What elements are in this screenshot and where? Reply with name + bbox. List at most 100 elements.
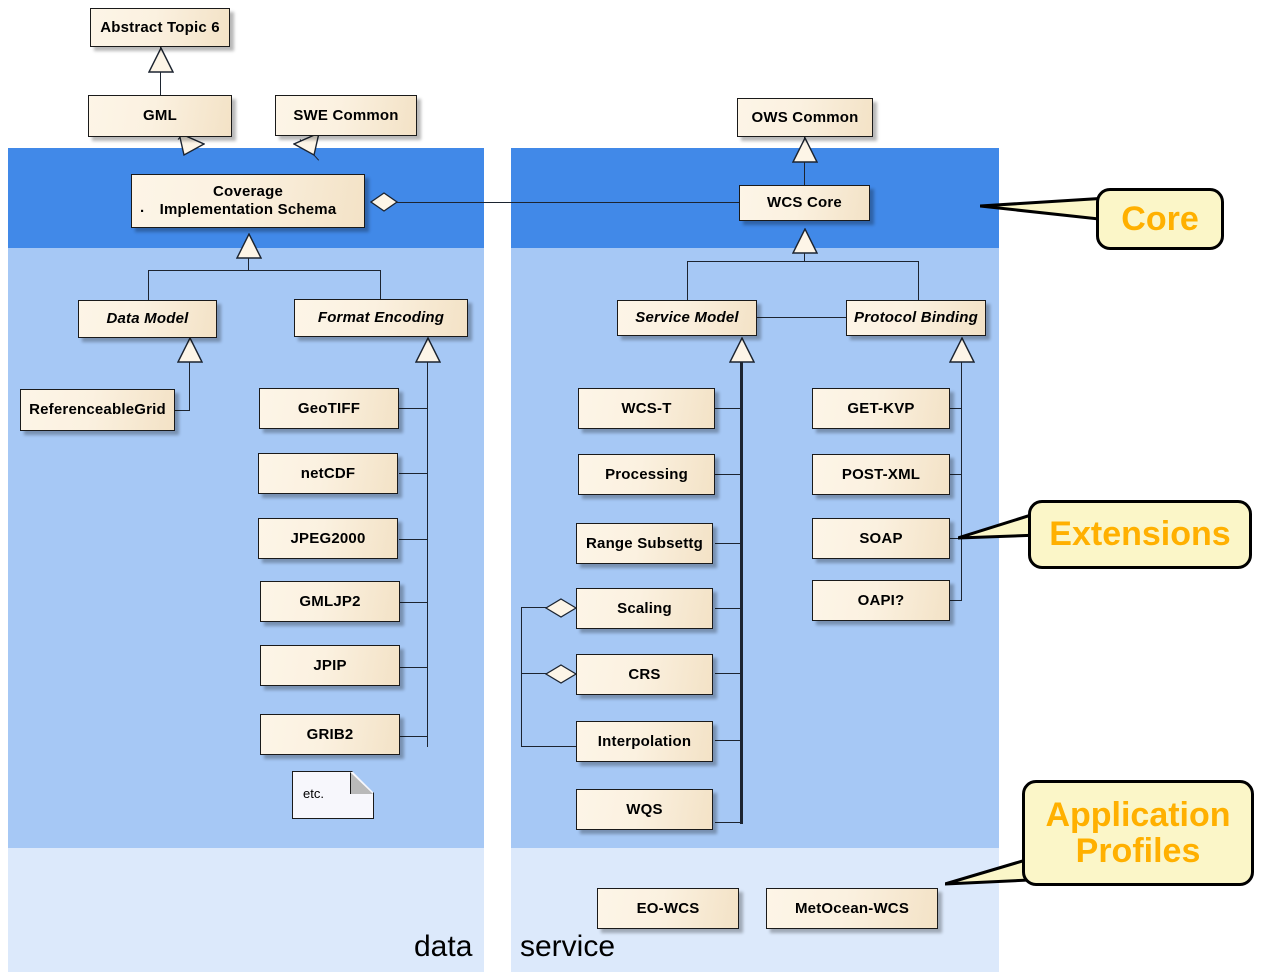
callout-tail-core [979,196,1110,227]
connector-bus-to-servicemodel [687,261,688,300]
box-label: SOAP [859,529,903,547]
box-format-encoding[interactable]: Format Encoding [294,299,468,337]
generalization-arrow-formats-formatencoding [415,337,441,363]
box-label: Data Model [106,310,189,328]
box-label-line1: Coverage [213,183,283,201]
caption-label: data [414,930,473,963]
box-label: netCDF [300,464,356,482]
callout-application-profiles[interactable]: Application Profiles [1022,780,1254,886]
box-label: GML [143,107,177,125]
box-ext-wcs-t[interactable]: WCS-T [578,388,715,429]
box-label: Range Subsettg [586,534,703,552]
connector-sm-interpolation [715,740,742,741]
box-label: Protocol Binding [853,309,979,327]
box-label: OWS Common [751,108,859,126]
connector-wcscore-bus-horizontal [687,261,919,262]
box-format-netcdf[interactable]: netCDF [258,453,398,494]
box-abstract-topic-6[interactable]: Abstract Topic 6 [90,8,230,47]
box-label: WCS Core [767,194,842,212]
box-label-line2: Implementation Schema [159,201,337,218]
box-label: ReferenceableGrid [29,401,166,419]
connector-bus-to-datamodel [148,270,149,300]
aggregation-diamond-crs [545,664,577,684]
callout-extensions[interactable]: Extensions [1028,500,1252,569]
box-label: Service Model [635,309,739,327]
callout-core[interactable]: Core [1096,188,1224,250]
profiles-band-data [8,848,484,972]
callout-label: Extensions [1049,515,1231,554]
connector-interp-bracket-vertical [521,607,522,746]
extensions-band-data [8,248,484,848]
box-label: GMLJP2 [299,592,361,610]
generalization-arrow-wcscore-ows [792,137,818,163]
connector-interp-bracket-to-scaling [521,607,547,608]
connector-servicemodel-protocolbinding [757,317,846,318]
box-ows-common[interactable]: OWS Common [737,98,873,137]
box-label: Interpolation [597,732,692,750]
connector-sm-rangesubsettg [715,543,742,544]
connector-format-jpip [399,667,428,668]
box-format-gmljp2[interactable]: GMLJP2 [260,581,400,622]
box-label: SWE Common [293,106,399,124]
box-profile-eo-wcs[interactable]: EO-WCS [597,888,739,929]
box-coverage-implementation-schema[interactable]: . Coverage Implementation Schema [131,174,365,228]
box-label: OAPI? [857,591,905,609]
connector-cis-to-wcscore [392,202,740,203]
box-ext-scaling[interactable]: Scaling [576,588,713,629]
box-label: Format Encoding [317,309,445,327]
box-label: JPEG2000 [290,529,366,547]
connector-sm-scaling [715,608,742,609]
connector-sm-processing [715,474,742,475]
box-swe-common[interactable]: SWE Common [275,95,417,136]
box-proto-soap[interactable]: SOAP [812,518,950,559]
box-label: Processing [605,465,688,483]
box-label: GeoTIFF [297,399,361,417]
connector-refgrid-vertical [189,362,190,410]
connector-bus-to-protocolbinding [918,261,919,300]
callout-label-line1: Application [1045,795,1231,834]
connector-format-jpeg2000 [399,539,428,540]
connector-wcscore-bus-vertical [804,253,805,261]
generalization-arrow-gml-abstract [148,47,174,73]
wcs-standards-diagram: Abstract Topic 6 GML SWE Common OWS Comm… [0,0,1270,972]
connector-format-gmljp2 [399,602,428,603]
box-label: CRS [628,665,661,683]
generalization-arrow-protoext-protocolbinding [949,337,975,363]
box-format-jpip[interactable]: JPIP [260,645,400,686]
connector-sm-wcst [715,408,742,409]
box-ext-range-subsetting[interactable]: Range Subsettg [576,523,713,564]
box-ext-wqs[interactable]: WQS [576,789,713,830]
box-proto-get-kvp[interactable]: GET-KVP [812,388,950,429]
connector-servicemodel-bus [740,362,743,824]
box-format-grib2[interactable]: GRIB2 [260,714,400,755]
box-referenceable-grid[interactable]: ReferenceableGrid [20,389,175,431]
box-ext-processing[interactable]: Processing [578,454,715,495]
connector-bus-to-formatencoding [380,270,381,300]
connector-sm-crs [715,673,742,674]
box-ext-interpolation[interactable]: Interpolation [576,721,713,762]
box-label: WQS [626,800,663,818]
box-gml[interactable]: GML [88,95,232,137]
box-prefix-dot: . [140,199,145,216]
box-data-model[interactable]: Data Model [78,300,217,338]
box-format-geotiff[interactable]: GeoTIFF [259,388,399,429]
generalization-arrow-datamodel-cis [236,233,262,259]
box-proto-oapi[interactable]: OAPI? [812,580,950,621]
box-wcs-core[interactable]: WCS Core [739,185,870,221]
box-service-model[interactable]: Service Model [617,300,757,336]
box-profile-metocean-wcs[interactable]: MetOcean-WCS [766,888,938,929]
connector-refgrid-horizontal [175,410,190,411]
box-proto-post-xml[interactable]: POST-XML [812,454,950,495]
connector-format-bus [427,362,428,747]
box-label: MetOcean-WCS [794,899,910,917]
connector-format-geotiff [399,408,428,409]
box-ext-crs[interactable]: CRS [576,654,713,695]
box-label: GRIB2 [306,725,354,743]
box-protocol-binding[interactable]: Protocol Binding [846,300,986,336]
connector-interp-bracket-to-interpolation [521,746,577,747]
callout-label-line2: Profiles [1075,832,1201,870]
box-label: Abstract Topic 6 [100,18,220,36]
box-format-jpeg2000[interactable]: JPEG2000 [258,518,398,559]
connector-pb-postxml [950,474,962,475]
connector-format-netcdf [399,473,428,474]
